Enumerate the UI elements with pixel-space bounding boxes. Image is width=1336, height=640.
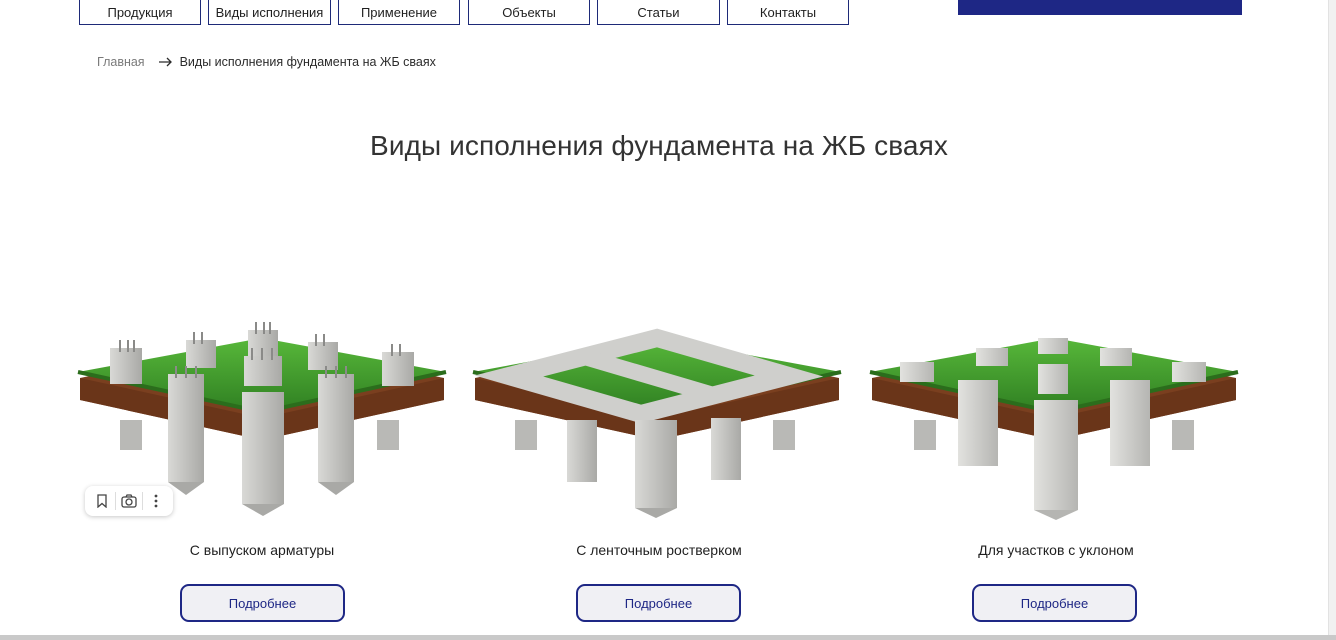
nav-item-application[interactable]: Применение — [338, 0, 460, 25]
nav-item-types[interactable]: Виды исполнения — [208, 0, 331, 25]
foundation-illustration-strip-grillage — [472, 328, 842, 518]
more-vertical-icon[interactable] — [144, 489, 168, 513]
nav-item-products[interactable]: Продукция — [79, 0, 201, 25]
page-title: Виды исполнения фундамента на ЖБ сваях — [370, 130, 948, 161]
details-button[interactable]: Подробнее — [180, 584, 345, 622]
details-button[interactable]: Подробнее — [576, 584, 741, 622]
breadcrumb: Главная Виды исполнения фундамента на ЖБ… — [97, 55, 436, 69]
foundation-card: Для участков с уклоном Подробнее — [866, 300, 1246, 630]
foundation-illustration-slope — [869, 338, 1239, 520]
card-label: С ленточным ростверком — [576, 542, 742, 558]
image-toolbar — [85, 486, 173, 516]
details-button[interactable]: Подробнее — [972, 584, 1137, 622]
foundation-card: С ленточным ростверком Подробнее — [469, 300, 849, 630]
card-label: С выпуском арматуры — [189, 542, 335, 558]
top-navigation: Продукция Виды исполнения Применение Объ… — [0, 0, 1336, 26]
foundation-card: С выпуском арматуры Подробнее — [72, 300, 452, 630]
card-label: Для участков с уклоном — [978, 542, 1134, 558]
breadcrumb-current: Виды исполнения фундамента на ЖБ сваях — [179, 55, 436, 69]
breadcrumb-home-link[interactable]: Главная — [97, 55, 145, 69]
header-cta-button[interactable] — [958, 0, 1242, 15]
nav-item-contacts[interactable]: Контакты — [727, 0, 849, 25]
toolbar-divider — [114, 492, 116, 510]
horizontal-scrollbar[interactable] — [0, 635, 1336, 640]
nav-item-objects[interactable]: Объекты — [468, 0, 590, 25]
vertical-scrollbar[interactable] — [1328, 0, 1336, 636]
lens-search-icon[interactable] — [117, 489, 141, 513]
bookmark-icon[interactable] — [90, 489, 114, 513]
nav-item-articles[interactable]: Статьи — [597, 0, 720, 25]
arrow-right-icon — [158, 55, 173, 69]
toolbar-divider — [142, 492, 144, 510]
